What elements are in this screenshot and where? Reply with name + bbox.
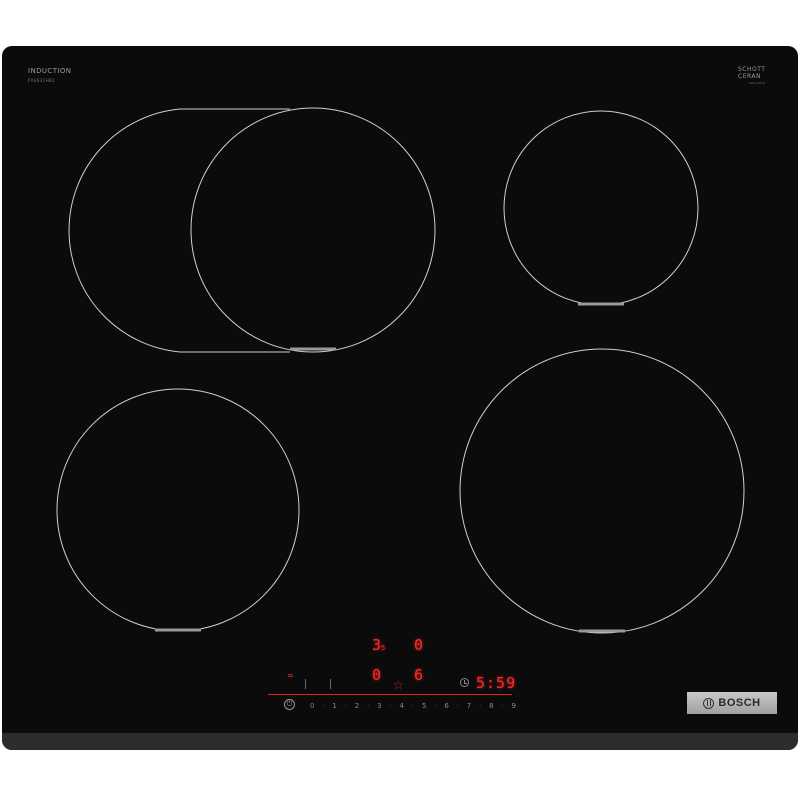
bosch-armature-icon (703, 697, 715, 709)
slider-dot: · (479, 702, 482, 710)
slider-step-3[interactable]: 3 (377, 702, 381, 710)
slider-dot: · (501, 702, 504, 710)
slider-step-1[interactable]: 1 (332, 702, 336, 710)
power-level-display-top-left[interactable]: 35 (372, 636, 385, 654)
wifi-icon[interactable]: ≈ (287, 671, 294, 680)
zone-front-right (459, 348, 745, 634)
slider-step-5[interactable]: 5 (422, 702, 426, 710)
slider-dot: · (367, 702, 370, 710)
power-icon[interactable]: ⏻ (284, 699, 295, 710)
power-level-slider[interactable]: 0 · 1 · 2 · 3 · 4 · 5 · 6 · 7 · 8 · 9 (310, 700, 516, 712)
slider-dot: · (434, 702, 437, 710)
slider-dot: · (389, 702, 392, 710)
slider-dot: · (322, 702, 325, 710)
power-level-display-top-right[interactable]: 0 (414, 636, 423, 654)
slider-step-4[interactable]: 4 (400, 702, 404, 710)
slider-dot: · (344, 702, 347, 710)
zone-front-left (56, 388, 300, 632)
power-level-display-bottom-right[interactable]: 6 (414, 666, 423, 684)
power-level-value: 6 (414, 666, 424, 684)
timer-display[interactable]: 5:59 (476, 674, 516, 692)
sensor-icon[interactable] (330, 679, 343, 689)
slider-step-8[interactable]: 8 (489, 702, 493, 710)
slider-step-6[interactable]: 6 (444, 702, 448, 710)
control-divider-right (366, 694, 512, 695)
bosch-wordmark: BOSCH (718, 697, 761, 709)
power-level-value: 0 (372, 666, 382, 684)
slider-step-2[interactable]: 2 (355, 702, 359, 710)
control-divider-left (268, 694, 366, 695)
flex-zone-outline (68, 108, 290, 353)
power-level-display-bottom-left[interactable]: 0 (372, 666, 381, 684)
power-level-value: 3 (372, 636, 382, 654)
zone-back-right (503, 110, 699, 306)
slider-dot: · (456, 702, 459, 710)
power-level-decimal: 5 (381, 644, 386, 652)
slider-step-0[interactable]: 0 (310, 702, 314, 710)
favourite-star-icon[interactable]: ☆ (393, 678, 404, 692)
zone-front-right-back-left (190, 107, 436, 353)
timer-value: 5:59 (476, 674, 517, 692)
power-level-value: 0 (414, 636, 424, 654)
slider-dot: · (411, 702, 415, 710)
bosch-logo-plate: BOSCH (687, 692, 777, 714)
slider-step-7[interactable]: 7 (467, 702, 471, 710)
timer-clock-icon[interactable] (460, 678, 469, 687)
slider-step-9[interactable]: 9 (512, 702, 516, 710)
home-connect-icon[interactable] (305, 679, 328, 689)
